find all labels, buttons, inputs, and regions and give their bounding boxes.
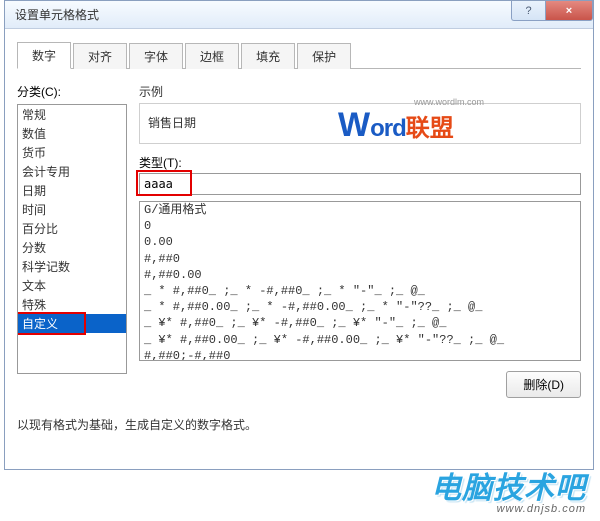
category-item[interactable]: 数值 [18, 124, 126, 143]
window-controls: ? × [511, 1, 593, 21]
format-item[interactable]: #,##0.00 [140, 267, 580, 283]
watermark-dnjsb-cn: 电脑技术吧 [431, 472, 586, 505]
format-item[interactable]: #,##0;-#,##0 [140, 348, 580, 361]
window-title: 设置单元格格式 [15, 6, 99, 23]
format-item[interactable]: 0 [140, 218, 580, 234]
category-item[interactable]: 分数 [18, 238, 126, 257]
main-row: 分类(C): 常规 数值 货币 会计专用 日期 时间 百分比 分数 科学记数 文… [17, 83, 581, 398]
hint-text: 以现有格式为基础，生成自定义的数字格式。 [17, 416, 581, 433]
category-item[interactable]: 时间 [18, 200, 126, 219]
example-label: 示例 [139, 83, 581, 100]
category-item[interactable]: 百分比 [18, 219, 126, 238]
category-item[interactable]: 会计专用 [18, 162, 126, 181]
category-item[interactable]: 特殊 [18, 295, 126, 314]
format-item[interactable]: _ * #,##0.00_ ;_ * -#,##0.00_ ;_ * "-"??… [140, 299, 580, 315]
category-label: 分类(C): [17, 83, 127, 100]
delete-row: 删除(D) [139, 371, 581, 398]
close-button[interactable]: × [545, 1, 593, 21]
format-item[interactable]: G/通用格式 [140, 202, 580, 218]
tab-strip: 数字 对齐 字体 边框 填充 保护 [17, 43, 581, 69]
right-column: 示例 销售日期 类型(T): G/通用格式 0 0.00 #,##0 #,##0… [139, 83, 581, 398]
example-value: 销售日期 [148, 114, 572, 131]
category-listbox[interactable]: 常规 数值 货币 会计专用 日期 时间 百分比 分数 科学记数 文本 特殊 自定… [17, 104, 127, 374]
tab-border[interactable]: 边框 [185, 43, 239, 69]
type-input-wrap [139, 173, 581, 195]
category-item[interactable]: 文本 [18, 276, 126, 295]
type-label: 类型(T): [139, 154, 581, 171]
format-item[interactable]: #,##0 [140, 251, 580, 267]
help-button[interactable]: ? [511, 1, 545, 21]
watermark-dnjsb: 电脑技术吧 www.dnjsb.com [431, 463, 586, 515]
category-item[interactable]: 科学记数 [18, 257, 126, 276]
format-item[interactable]: _ ¥* #,##0_ ;_ ¥* -#,##0_ ;_ ¥* "-"_ ;_ … [140, 315, 580, 331]
tab-number[interactable]: 数字 [17, 42, 71, 69]
tab-alignment[interactable]: 对齐 [73, 43, 127, 69]
dialog-window: 设置单元格格式 ? × 数字 对齐 字体 边框 填充 保护 分类(C): 常规 … [4, 0, 594, 470]
type-input[interactable] [139, 173, 581, 195]
format-listbox[interactable]: G/通用格式 0 0.00 #,##0 #,##0.00 _ * #,##0_ … [139, 201, 581, 361]
client-area: 数字 对齐 字体 边框 填充 保护 分类(C): 常规 数值 货币 会计专用 日… [5, 29, 593, 469]
watermark-dnjsb-url: www.dnjsb.com [431, 503, 586, 515]
tab-protection[interactable]: 保护 [297, 43, 351, 69]
tab-font[interactable]: 字体 [129, 43, 183, 69]
delete-button[interactable]: 删除(D) [506, 371, 581, 398]
category-item-custom[interactable]: 自定义 [18, 314, 126, 333]
format-item[interactable]: _ * #,##0_ ;_ * -#,##0_ ;_ * "-"_ ;_ @_ [140, 283, 580, 299]
titlebar: 设置单元格格式 ? × [5, 1, 593, 29]
category-item[interactable]: 日期 [18, 181, 126, 200]
format-item[interactable]: 0.00 [140, 234, 580, 250]
format-item[interactable]: _ ¥* #,##0.00_ ;_ ¥* -#,##0.00_ ;_ ¥* "-… [140, 332, 580, 348]
tab-fill[interactable]: 填充 [241, 43, 295, 69]
example-box: 销售日期 [139, 103, 581, 144]
category-item[interactable]: 货币 [18, 143, 126, 162]
left-column: 分类(C): 常规 数值 货币 会计专用 日期 时间 百分比 分数 科学记数 文… [17, 83, 127, 398]
category-item[interactable]: 常规 [18, 105, 126, 124]
